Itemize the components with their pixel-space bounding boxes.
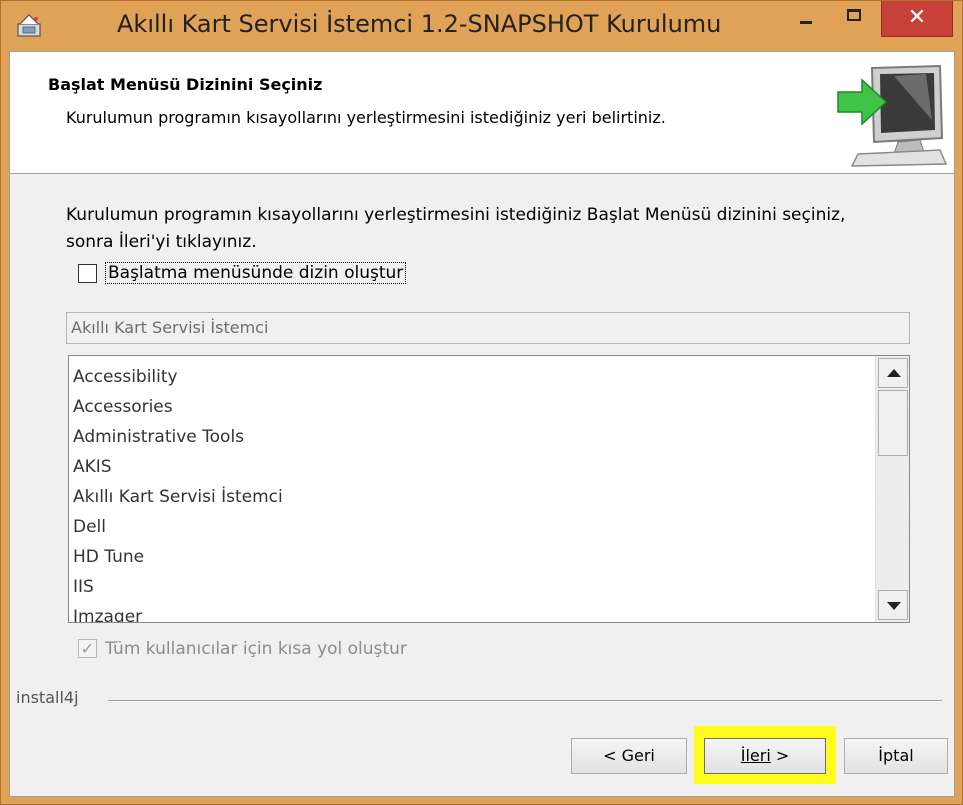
scroll-up-button[interactable] xyxy=(878,358,908,388)
minimize-icon xyxy=(800,21,812,24)
start-menu-folder-list[interactable]: Accessibility Accessories Administrative T… xyxy=(68,355,910,623)
window-title: Akıllı Kart Servisi İstemci 1.2-SNAPSHOT… xyxy=(117,10,722,38)
title-bar[interactable]: Akıllı Kart Servisi İstemci 1.2-SNAPSHOT… xyxy=(1,1,962,51)
wizard-client-area: Başlat Menüsü Dizinini Seçiniz Kurulumun… xyxy=(9,51,955,797)
separator-line xyxy=(108,700,942,702)
folder-list-item[interactable]: Accessories xyxy=(73,392,873,422)
create-folder-checkbox[interactable] xyxy=(78,263,97,283)
list-scrollbar[interactable] xyxy=(875,356,909,622)
folder-list-item[interactable]: Akıllı Kart Servisi İstemci xyxy=(73,482,873,512)
brand-separator: install4j xyxy=(10,688,954,712)
minimize-button[interactable] xyxy=(783,1,829,37)
scroll-thumb[interactable] xyxy=(878,390,908,456)
installer-app-icon xyxy=(17,14,41,37)
close-button[interactable]: ✕ xyxy=(881,1,953,37)
folder-list-item[interactable]: Dell xyxy=(73,512,873,542)
next-button-suffix: > xyxy=(770,746,790,765)
wizard-header: Başlat Menüsü Dizinini Seçiniz Kurulumun… xyxy=(10,52,954,174)
arrow-down-icon xyxy=(887,602,901,610)
computer-install-icon xyxy=(837,64,948,167)
folder-name-field: Akıllı Kart Servisi İstemci xyxy=(66,312,910,344)
folder-list-item[interactable]: Imzager xyxy=(73,602,873,622)
folder-list-item[interactable]: HD Tune xyxy=(73,542,873,572)
cancel-button[interactable]: İptal xyxy=(844,738,948,774)
folder-list-item[interactable]: Administrative Tools xyxy=(73,422,873,452)
page-title: Başlat Menüsü Dizinini Seçiniz xyxy=(48,75,323,94)
close-icon: ✕ xyxy=(907,5,927,30)
arrow-up-icon xyxy=(887,369,901,377)
page-subtitle: Kurulumun programın kısayollarını yerleş… xyxy=(66,108,666,127)
create-folder-option[interactable]: Başlatma menüsünde dizin oluştur xyxy=(78,262,407,288)
all-users-label: Tüm kullanıcılar için kısa yol oluştur xyxy=(105,638,407,659)
next-button[interactable]: İleri > xyxy=(704,738,826,774)
scroll-down-button[interactable] xyxy=(878,590,908,620)
folder-list-item[interactable]: IIS xyxy=(73,572,873,602)
maximize-button[interactable] xyxy=(831,1,877,37)
folder-list-item[interactable]: AKIS xyxy=(73,452,873,482)
folder-list-item[interactable]: Accessibility xyxy=(73,362,873,392)
all-users-checkbox: ✓ xyxy=(78,639,97,658)
maximize-icon xyxy=(847,9,861,21)
create-folder-label[interactable]: Başlatma menüsünde dizin oluştur xyxy=(105,262,407,284)
back-button[interactable]: < Geri xyxy=(571,738,687,774)
instruction-text: Kurulumun programın kısayollarını yerleş… xyxy=(66,205,846,252)
next-button-label: İleri xyxy=(740,746,771,765)
installer-window: Akıllı Kart Servisi İstemci 1.2-SNAPSHOT… xyxy=(0,0,963,805)
all-users-option: ✓ Tüm kullanıcılar için kısa yol oluştur xyxy=(78,638,407,664)
install4j-brand: install4j xyxy=(16,688,79,707)
